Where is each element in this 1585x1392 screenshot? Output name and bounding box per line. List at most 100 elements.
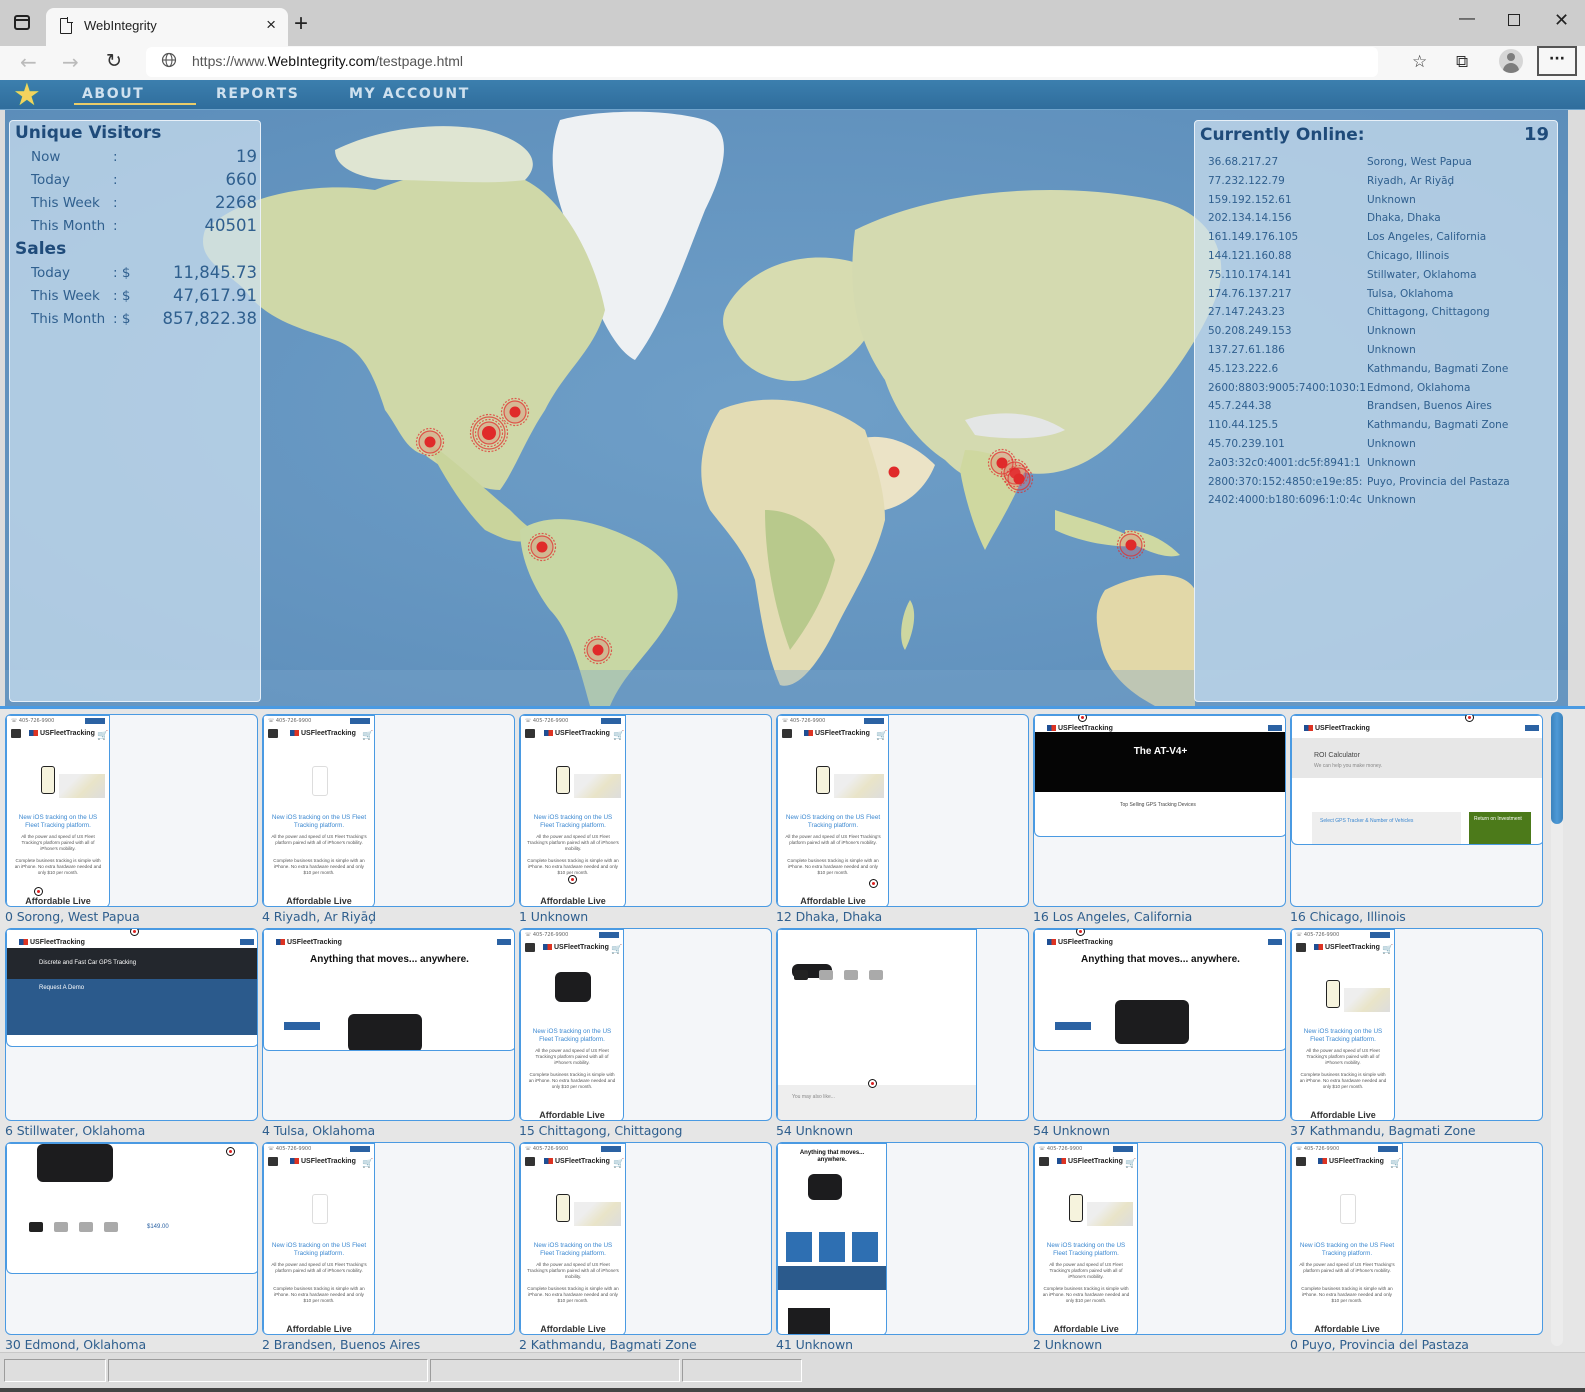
grid-scrollbar[interactable] — [1551, 712, 1563, 1346]
visitor-marker[interactable] — [1004, 464, 1034, 494]
logo-star-icon[interactable]: ★ — [13, 78, 41, 112]
close-window-button[interactable]: ✕ — [1554, 10, 1569, 31]
session-thumbnail[interactable]: ☏ 405-726-9900 USFleetTracking 🛒 New iOS tr… — [519, 928, 772, 1121]
session-thumbnail[interactable]: USFleetTracking Anything that moves... an… — [1033, 928, 1286, 1121]
page-icon — [60, 17, 73, 34]
collections-icon[interactable]: ⧉ — [1456, 52, 1468, 72]
thumb-body2: Complete business tracking is simple wit… — [787, 858, 879, 875]
thumb-affordable: Affordable Live — [800, 896, 866, 906]
nav-about[interactable]: ABOUT — [82, 86, 144, 102]
session-thumbnail[interactable]: USFleetTracking Anything that moves... an… — [262, 928, 515, 1121]
visitor-marker[interactable] — [527, 532, 557, 562]
grid-scrollbar-thumb[interactable] — [1551, 712, 1563, 824]
back-button[interactable]: ← — [20, 50, 37, 74]
thumb-menu-icon — [525, 943, 535, 952]
settings-more-button[interactable]: ··· — [1537, 46, 1577, 76]
tab-actions-icon[interactable] — [14, 15, 30, 30]
session-label[interactable]: 4 Riyadh, Ar Riyāḑ — [262, 909, 376, 924]
visitor-location: Kathmandu, Bagmati Zone — [1367, 419, 1509, 432]
nav-reports[interactable]: REPORTS — [216, 86, 300, 102]
session-label[interactable]: 16 Chicago, Illinois — [1290, 909, 1406, 924]
visitor-location: Sorong, West Papua — [1367, 156, 1472, 168]
session-thumbnail[interactable]: ☏ 405-726-9900 USFleetTracking 🛒 New iOS tr… — [519, 714, 772, 907]
marker-dot — [536, 541, 548, 553]
url-path: /testpage.html — [375, 53, 464, 69]
browser-tab[interactable]: WebIntegrity × — [46, 8, 288, 46]
session-thumbnail[interactable]: You may also like... — [776, 928, 1029, 1121]
thumb-menu-icon — [1296, 943, 1306, 952]
reload-button[interactable]: ↻ — [106, 50, 122, 72]
thumb-product-image — [37, 1144, 113, 1182]
session-label[interactable]: 2 Kathmandu, Bagmati Zone — [519, 1337, 697, 1352]
session-thumbnail[interactable]: USFleetTracking The AT-V4+ Top Selling GPS… — [1033, 714, 1286, 907]
thumb-map-image — [574, 774, 621, 798]
thumb-affordable: Affordable Live — [286, 896, 352, 906]
thumb-device-image — [808, 1174, 842, 1200]
thumb-map-image — [59, 774, 105, 798]
session-label[interactable]: 1 Unknown — [519, 909, 588, 924]
session-label[interactable]: 54 Unknown — [776, 1123, 853, 1138]
thumb-body: All the power and speed of US Fleet Trac… — [271, 834, 367, 845]
thumb-brand: USFleetTracking — [1304, 725, 1370, 732]
session-thumbnail[interactable]: Anything that moves... anywhere. — [776, 1142, 1029, 1335]
session-label[interactable]: 4 Tulsa, Oklahoma — [262, 1123, 375, 1138]
session-thumbnail[interactable]: ☏ 405-726-9900 USFleetTracking 🛒 New iOS tr… — [1290, 928, 1543, 1121]
session-label[interactable]: 2 Brandsen, Buenos Aires — [262, 1337, 420, 1352]
session-thumbnail-grid[interactable]: ☏ 405-726-9900 USFleetTracking 🛒 New iOS tr… — [0, 706, 1585, 1352]
marker-dot — [509, 406, 521, 418]
session-thumbnail[interactable]: $149.00 — [5, 1142, 258, 1335]
thumb-phone: ☏ 405-726-9900 — [525, 1146, 569, 1152]
session-thumbnail[interactable]: ☏ 405-726-9900 USFleetTracking 🛒 New iOS tr… — [5, 714, 258, 907]
session-label[interactable]: 54 Unknown — [1033, 1123, 1110, 1138]
nav-my-account[interactable]: MY ACCOUNT — [349, 86, 470, 102]
session-thumbnail[interactable]: USFleetTracking Discrete and Fast Car GPS… — [5, 928, 258, 1121]
session-label[interactable]: 30 Edmond, Oklahoma — [5, 1337, 146, 1352]
session-label[interactable]: 37 Kathmandu, Bagmati Zone — [1290, 1123, 1476, 1138]
visitor-location: Chicago, Illinois — [1367, 250, 1450, 262]
stat-value: 857,822.38 — [162, 309, 257, 328]
session-thumbnail[interactable]: ☏ 405-726-9900 USFleetTracking 🛒 New iOS tr… — [1290, 1142, 1543, 1335]
thumb-menu-icon — [1039, 1157, 1049, 1166]
session-label[interactable]: 16 Los Angeles, California — [1033, 909, 1192, 924]
thumb-hero-title: Discrete and Fast Car GPS Tracking — [39, 960, 137, 966]
site-info-icon[interactable] — [161, 52, 177, 72]
thumb-brand: USFleetTracking — [1047, 725, 1113, 732]
thumb-brand: USFleetTracking — [1057, 1158, 1123, 1165]
session-label[interactable]: 15 Chittagong, Chittagong — [519, 1123, 682, 1138]
session-label[interactable]: 6 Stillwater, Oklahoma — [5, 1123, 145, 1138]
tab-close-button[interactable]: × — [266, 15, 276, 35]
visitor-marker[interactable] — [888, 466, 900, 478]
visitor-marker[interactable] — [415, 427, 445, 457]
session-thumbnail[interactable]: ☏ 405-726-9900 USFleetTracking 🛒 New iOS tr… — [519, 1142, 772, 1335]
session-thumbnail[interactable]: ☏ 405-726-9900 USFleetTracking 🛒 New iOS tr… — [776, 714, 1029, 907]
session-label[interactable]: 41 Unknown — [776, 1337, 853, 1352]
forward-button[interactable]: → — [62, 50, 79, 74]
thumb-signin — [1525, 725, 1539, 731]
session-thumbnail[interactable]: USFleetTracking ROI Calculator We can help… — [1290, 714, 1543, 907]
profile-avatar[interactable] — [1499, 49, 1523, 73]
visitor-marker[interactable] — [1116, 530, 1146, 560]
thumb-signin — [1370, 932, 1390, 938]
visitor-ip: 2a03:32c0:4001:dc5f:8941:1 — [1208, 456, 1361, 469]
session-thumbnail[interactable]: ☏ 405-726-9900 USFleetTracking 🛒 New iOS tr… — [262, 714, 515, 907]
thumb-menu-icon — [268, 1157, 278, 1166]
session-label[interactable]: 0 Sorong, West Papua — [5, 909, 140, 924]
visitor-location: Dhaka, Dhaka — [1367, 212, 1441, 225]
session-label[interactable]: 2 Unknown — [1033, 1337, 1102, 1352]
session-thumbnail[interactable]: ☏ 405-726-9900 USFleetTracking 🛒 New iOS tr… — [1033, 1142, 1286, 1335]
stat-label: Now — [31, 149, 61, 165]
visitor-marker[interactable] — [500, 397, 530, 427]
minimize-button[interactable]: — — [1459, 10, 1475, 28]
session-thumbnail[interactable]: ☏ 405-726-9900 USFleetTracking 🛒 New iOS tr… — [262, 1142, 515, 1335]
session-label[interactable]: 12 Dhaka, Dhaka — [776, 909, 882, 924]
visitor-marker[interactable] — [583, 635, 613, 665]
new-tab-button[interactable]: + — [294, 10, 308, 38]
url-text[interactable]: https://www.WebIntegrity.com/testpage.ht… — [192, 53, 463, 69]
favorites-icon[interactable]: ☆ — [1412, 52, 1427, 72]
thumb-body2: Complete business tracking is simple wit… — [273, 1286, 365, 1303]
session-label[interactable]: 0 Puyo, Provincia del Pastaza — [1290, 1337, 1469, 1352]
thumb-body2: Complete business tracking is simple wit… — [527, 1286, 619, 1303]
maximize-button[interactable] — [1508, 14, 1520, 26]
thumb-phone-image — [816, 766, 830, 794]
address-bar[interactable]: https://www.WebIntegrity.com/testpage.ht… — [146, 47, 1378, 77]
